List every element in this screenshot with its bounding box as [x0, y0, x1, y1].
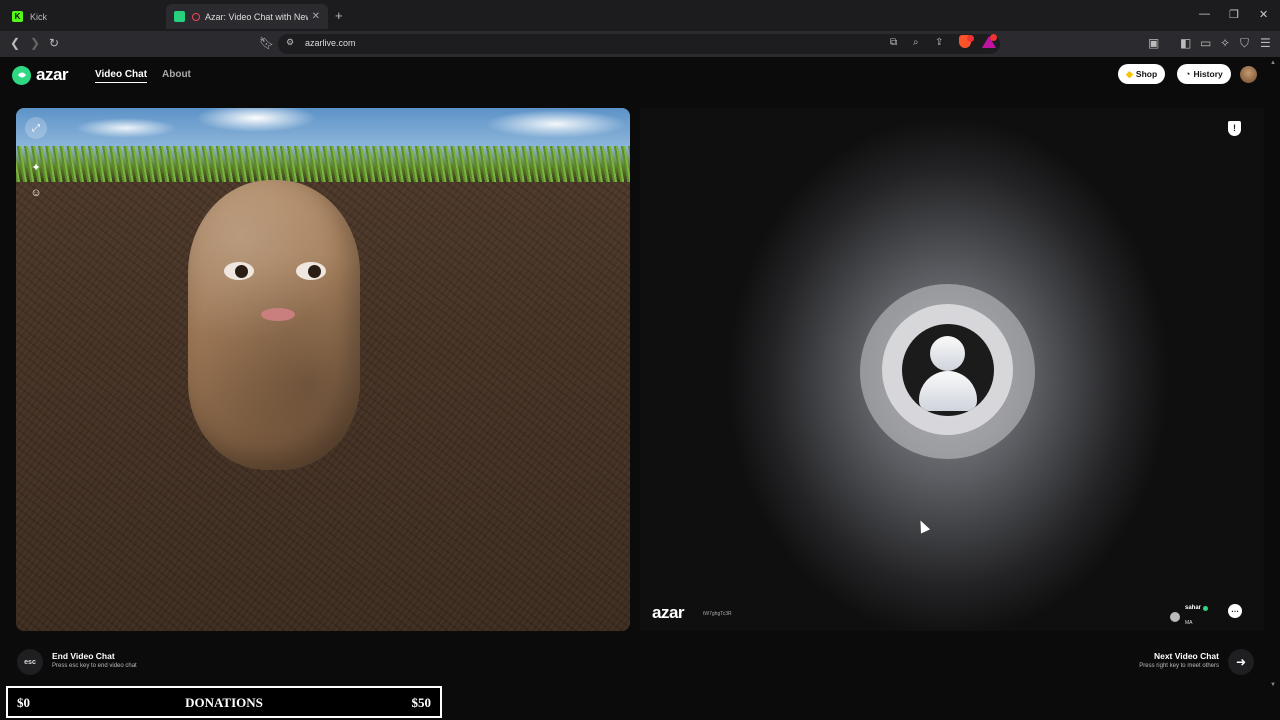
azar-favicon-icon: [174, 11, 185, 22]
azar-watermark: azar: [652, 603, 685, 622]
zoom-icon[interactable]: ⌕: [913, 37, 919, 48]
tab-kick[interactable]: K Kick: [4, 4, 164, 29]
scroll-up-icon[interactable]: ▲: [1270, 60, 1276, 66]
bookmark-icon[interactable]: 🔖︎: [259, 36, 274, 50]
tab-title: Kick: [30, 11, 48, 22]
site-info-icon[interactable]: ⚙: [286, 37, 294, 48]
peer-info[interactable]: sahar MA: [1170, 605, 1209, 629]
back-icon[interactable]: ❮: [10, 36, 20, 50]
end-chat-title: End Video Chat: [52, 651, 115, 661]
kick-favicon-icon: K: [12, 11, 23, 22]
restore-icon[interactable]: ❐: [1229, 8, 1239, 21]
browser-toolbar: ❮ ❯ ↻ 🔖︎ ⚙ azarlive.com ⧉ ⌕ ⇪ ▣ ◧ ▭ ✧ ⛉ …: [0, 31, 1280, 57]
peer-country: MA: [1185, 620, 1193, 626]
open-external-icon[interactable]: ⧉: [890, 37, 897, 48]
potato-face-filter: [188, 180, 360, 470]
wallet-icon[interactable]: ▭: [1200, 36, 1211, 50]
end-chat-hint: Press esc key to end video chat: [52, 663, 137, 669]
site-header: azar Video Chat About ◆ Shop ◔ History: [0, 57, 1280, 95]
azar-logo[interactable]: azar: [12, 65, 69, 85]
logo-text: azar: [36, 65, 69, 84]
recording-icon: [192, 12, 200, 21]
face-filter-icon[interactable]: ☺: [28, 185, 44, 201]
expand-icon[interactable]: ⤢: [25, 117, 47, 139]
history-button[interactable]: ◔ History: [1177, 64, 1231, 84]
watermark-id: tW7ghgTc3R: [703, 611, 732, 617]
azar-logo-icon: [12, 65, 31, 85]
peer-avatar-icon: [1170, 612, 1180, 622]
user-avatar[interactable]: [1240, 66, 1257, 83]
online-status-icon: [1203, 605, 1209, 611]
notification-badge: [990, 34, 997, 41]
magic-wand-icon[interactable]: ✦: [28, 159, 44, 175]
minimize-icon[interactable]: —: [1199, 8, 1210, 20]
clock-icon: ◔: [1185, 69, 1191, 79]
screenshot-icon[interactable]: ▣: [1148, 36, 1159, 50]
tab-title: Azar: Video Chat with New Pe: [205, 11, 308, 22]
window-close-icon[interactable]: ✕: [1259, 8, 1268, 21]
donation-label: DONATIONS: [185, 695, 263, 710]
sidebar-icon[interactable]: ◧: [1180, 36, 1191, 50]
nav-about[interactable]: About: [162, 69, 191, 80]
leo-ai-icon[interactable]: ✧: [1220, 36, 1230, 50]
address-bar[interactable]: ⚙ azarlive.com ⧉ ⌕ ⇪: [278, 34, 1000, 54]
tab-close-icon[interactable]: ✕: [312, 11, 320, 22]
next-chat-button[interactable]: ➜: [1228, 649, 1254, 675]
tab-azar[interactable]: Azar: Video Chat with New Pe ✕: [166, 4, 328, 29]
url-text: azarlive.com: [305, 38, 356, 48]
grass-background: [16, 146, 630, 182]
history-label: History: [1193, 69, 1223, 79]
mouth: [261, 308, 295, 321]
report-shield-icon[interactable]: !: [1228, 121, 1241, 136]
browser-tab-bar: K Kick Azar: Video Chat with New Pe ✕ + …: [0, 0, 1280, 31]
donation-goal-bar: $0 DONATIONS $50: [6, 686, 442, 718]
remote-video: ! azar tW7ghgTc3R sahar MA …: [640, 108, 1264, 631]
peer-name: sahar: [1185, 605, 1202, 611]
chat-bubble-icon[interactable]: …: [1228, 604, 1242, 618]
notification-badge: [967, 35, 974, 42]
arrow-right-icon: ➜: [1235, 655, 1247, 669]
local-video: ⤢ ✦ ☺: [16, 108, 630, 631]
shop-button[interactable]: ◆ Shop: [1118, 64, 1166, 84]
next-chat-hint: Press right key to meet others: [1139, 663, 1219, 669]
share-icon[interactable]: ⇪: [935, 37, 943, 48]
gem-icon: ◆: [1126, 68, 1133, 79]
nav-video-chat[interactable]: Video Chat: [95, 69, 148, 83]
forward-icon[interactable]: ❯: [30, 36, 40, 50]
user-placeholder-icon: [902, 324, 994, 416]
end-chat-button[interactable]: esc: [17, 649, 43, 675]
next-chat-title: Next Video Chat: [1153, 651, 1219, 661]
scroll-down-icon[interactable]: ▼: [1270, 682, 1276, 688]
menu-icon[interactable]: ☰: [1260, 36, 1271, 50]
right-eye: [296, 262, 326, 280]
new-tab-icon[interactable]: +: [335, 8, 343, 23]
shop-label: Shop: [1135, 69, 1158, 79]
vpn-icon[interactable]: ⛉: [1240, 36, 1249, 51]
reload-icon[interactable]: ↻: [49, 36, 59, 50]
donation-max: $50: [411, 695, 432, 710]
left-eye: [224, 262, 254, 280]
